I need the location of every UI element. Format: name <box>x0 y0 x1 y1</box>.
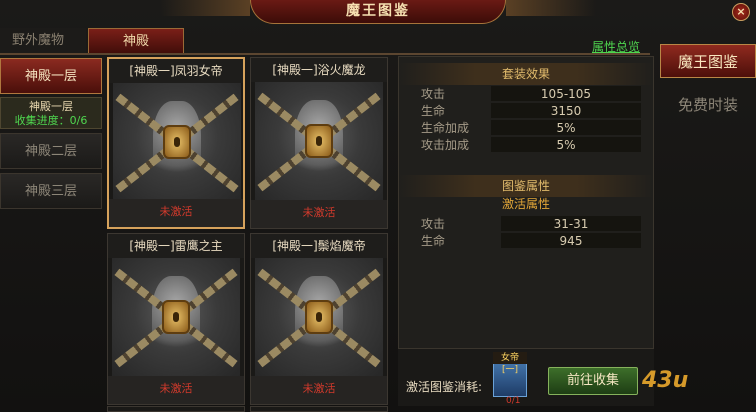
attribute-overview-link[interactable]: 属性总览 <box>592 38 640 55</box>
tab-wild-monsters[interactable]: 野外魔物 <box>0 28 86 54</box>
stat-value: 5% <box>491 120 641 135</box>
card-attr-row: 生命 945 <box>421 233 641 249</box>
set-effect-title: 套装效果 <box>399 63 653 85</box>
card-name: [神殿一]鬃焰魔帝 <box>251 234 387 258</box>
go-collect-button[interactable]: 前往收集 <box>548 367 638 395</box>
stat-value: 5% <box>491 137 641 152</box>
sidebar-item-floor-1[interactable]: 神殿一层 <box>0 58 102 94</box>
stat-key: 生命 <box>421 104 446 118</box>
window-title: 魔王图鉴 <box>250 0 506 24</box>
sidebar-item-floor-3[interactable]: 神殿三层 <box>0 173 102 209</box>
stat-value: 31-31 <box>501 216 641 231</box>
card-art <box>112 258 240 378</box>
collection-progress: 神殿一层 收集进度：0/6 <box>0 97 102 129</box>
progress-text: 收集进度：0/6 <box>14 114 88 127</box>
card-status: 未激活 <box>251 200 387 228</box>
monster-card[interactable]: [神殿一]鬃焰魔帝 未激活 <box>250 233 388 405</box>
activation-cost-bar: 激活图鉴消耗: 女帝[一] 0/1 前往收集 <box>398 348 654 406</box>
card-art <box>113 83 241 203</box>
lock-icon <box>305 300 333 334</box>
stat-key: 生命加成 <box>421 121 470 135</box>
card-name: [神殿一]凤羽女帝 <box>109 59 243 83</box>
card-art <box>255 82 383 202</box>
card-name: [神殿一]雷鹰之主 <box>108 234 244 258</box>
set-effect-row: 生命加成 5% <box>421 120 641 136</box>
set-effect-row: 攻击加成 5% <box>421 137 641 153</box>
card-art <box>255 258 383 378</box>
card-status: 未激活 <box>251 376 387 404</box>
window-frame: 魔王图鉴 × 野外魔物 神殿 属性总览 神殿一层 神殿一层 收集进度：0/6 神… <box>0 0 756 412</box>
card-attr-row: 攻击 31-31 <box>421 216 641 232</box>
title-ornament-right <box>506 0 596 16</box>
item-count: 0/1 <box>506 396 521 406</box>
set-effect-row: 生命 3150 <box>421 103 641 119</box>
monster-card[interactable]: [神殿一]凤羽女帝 未激活 <box>107 57 245 229</box>
close-button[interactable]: × <box>732 3 750 21</box>
stat-value: 105-105 <box>491 86 641 101</box>
side-tab-free-costume[interactable]: 免费时装 <box>660 88 756 122</box>
stat-key: 生命 <box>421 234 446 248</box>
sidebar-item-floor-2[interactable]: 神殿二层 <box>0 133 102 169</box>
site-watermark-logo: 43u <box>642 368 689 393</box>
tab-temple[interactable]: 神殿 <box>88 28 184 54</box>
lock-icon <box>163 125 191 159</box>
set-effect-row: 攻击 105-105 <box>421 86 641 102</box>
monster-card[interactable]: [神殿一]浴火魔龙 未激活 <box>250 57 388 229</box>
monster-card-partial[interactable] <box>107 406 245 412</box>
item-tag: 女帝[一] <box>493 352 527 375</box>
title-ornament-left <box>160 0 250 16</box>
side-tab-demon-atlas[interactable]: 魔王图鉴 <box>660 44 756 78</box>
activation-cost-label: 激活图鉴消耗: <box>406 380 483 394</box>
stat-key: 攻击 <box>421 87 446 101</box>
card-status: 未激活 <box>109 199 243 227</box>
active-attrs-subtitle: 激活属性 <box>501 197 550 211</box>
progress-floor-label: 神殿一层 <box>29 100 73 113</box>
stat-key: 攻击加成 <box>421 138 470 152</box>
card-name: [神殿一]浴火魔龙 <box>251 58 387 82</box>
lock-icon <box>305 124 333 158</box>
card-status: 未激活 <box>108 376 244 404</box>
lock-icon <box>162 300 190 334</box>
stat-value: 3150 <box>491 103 641 118</box>
stat-value: 945 <box>501 233 641 248</box>
card-attrs-title: 图鉴属性 <box>399 175 653 197</box>
tab-divider <box>0 53 650 55</box>
stat-key: 攻击 <box>421 217 446 231</box>
monster-card[interactable]: [神殿一]雷鹰之主 未激活 <box>107 233 245 405</box>
monster-card-partial[interactable] <box>250 406 388 412</box>
